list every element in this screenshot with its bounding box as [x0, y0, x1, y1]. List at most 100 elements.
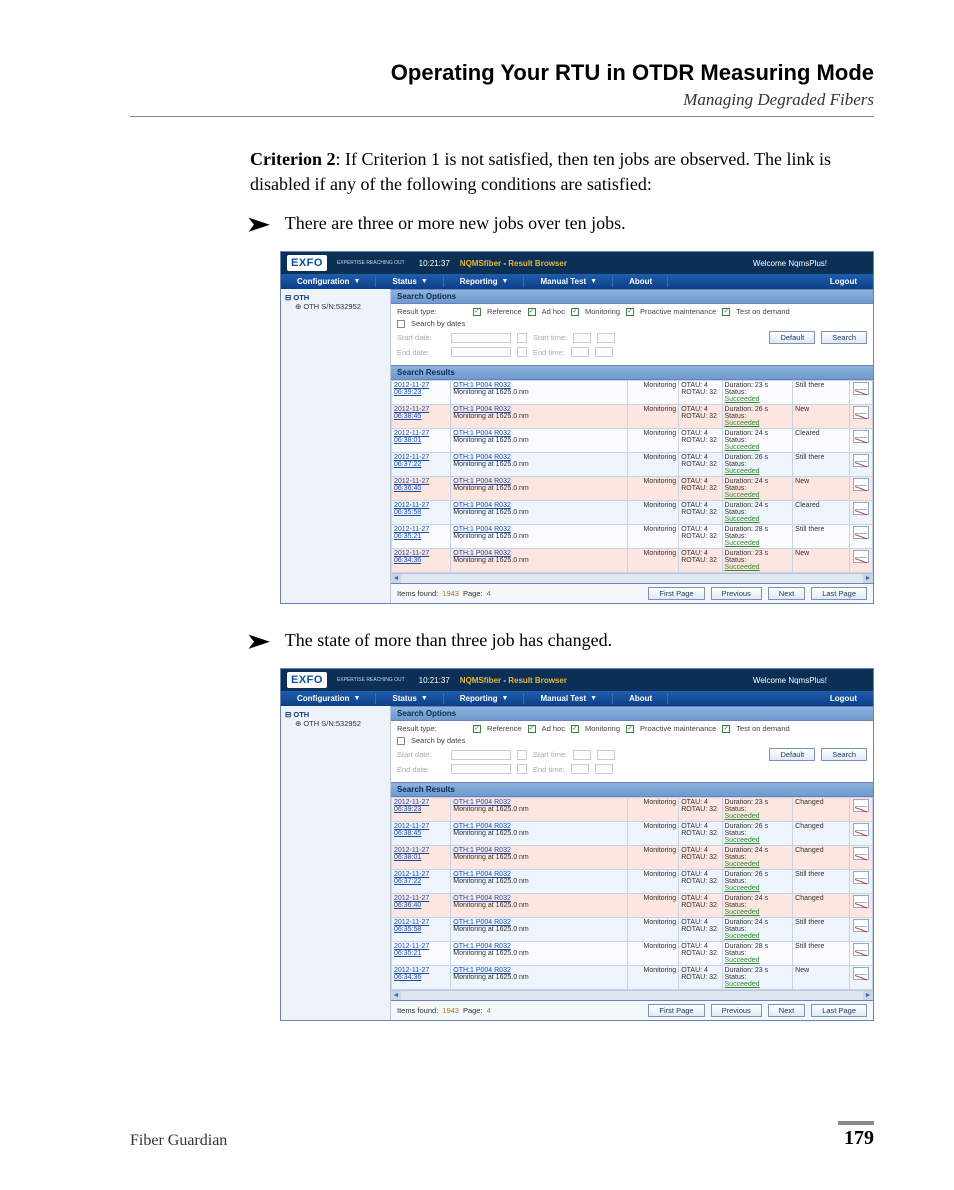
default-button[interactable]: Default: [769, 748, 815, 761]
menu-status[interactable]: Status▼: [376, 691, 443, 706]
footer-product: Fiber Guardian: [130, 1132, 227, 1150]
cell-state: New: [793, 405, 850, 429]
cell-trace-icon[interactable]: [850, 549, 873, 573]
cell-trace-icon[interactable]: [850, 405, 873, 429]
menu-about[interactable]: About: [613, 691, 668, 706]
menu-about[interactable]: About: [613, 274, 668, 289]
menu-reporting[interactable]: Reporting▼: [444, 691, 525, 706]
end-date-input[interactable]: [451, 764, 511, 774]
table-row[interactable]: 2012-11-2706:35:58OTH:1 P004 R032Monitor…: [392, 501, 873, 525]
cell-trace-icon[interactable]: [850, 525, 873, 549]
cell-state: Changed: [793, 894, 850, 918]
first-page-button[interactable]: First Page: [648, 587, 704, 600]
cell-trace-icon[interactable]: [850, 798, 873, 822]
table-row[interactable]: 2012-11-2706:38:45OTH:1 P004 R032Monitor…: [392, 822, 873, 846]
table-row[interactable]: 2012-11-2706:39:23OTH:1 P004 R032Monitor…: [392, 798, 873, 822]
calendar-icon[interactable]: [517, 750, 527, 760]
menu-manual-test[interactable]: Manual Test▼: [524, 691, 613, 706]
tree-root[interactable]: ⊟ OTH: [285, 293, 386, 302]
table-row[interactable]: 2012-11-2706:36:40OTH:1 P004 R032Monitor…: [392, 477, 873, 501]
table-row[interactable]: 2012-11-2706:35:21OTH:1 P004 R032Monitor…: [392, 942, 873, 966]
previous-button[interactable]: Previous: [711, 587, 762, 600]
cell-trace-icon[interactable]: [850, 942, 873, 966]
menu-logout[interactable]: Logout: [814, 274, 873, 289]
cell-trace-icon[interactable]: [850, 894, 873, 918]
cell-trace-icon[interactable]: [850, 822, 873, 846]
table-row[interactable]: 2012-11-2706:37:22OTH:1 P004 R032Monitor…: [392, 870, 873, 894]
check-search-by-dates[interactable]: ✓: [397, 320, 405, 328]
menu-configuration[interactable]: Configuration▼: [281, 274, 376, 289]
check-reference[interactable]: ✓: [473, 725, 481, 733]
menu-logout[interactable]: Logout: [814, 691, 873, 706]
cell-trace-icon[interactable]: [850, 381, 873, 405]
menu-manual-test[interactable]: Manual Test▼: [524, 274, 613, 289]
start-time-m[interactable]: [597, 750, 615, 760]
check-proactive[interactable]: ✓: [626, 725, 634, 733]
cell-trace-icon[interactable]: [850, 918, 873, 942]
cell-trace-icon[interactable]: [850, 477, 873, 501]
table-row[interactable]: 2012-11-2706:36:40OTH:1 P004 R032Monitor…: [392, 894, 873, 918]
check-test-on-demand[interactable]: ✓: [722, 725, 730, 733]
start-time-m[interactable]: [597, 333, 615, 343]
table-row[interactable]: 2012-11-2706:34:36OTH:1 P004 R032Monitor…: [392, 549, 873, 573]
check-monitoring[interactable]: ✓: [571, 725, 579, 733]
check-search-by-dates[interactable]: ✓: [397, 737, 405, 745]
calendar-icon[interactable]: [517, 764, 527, 774]
screenshot-1: EXFO EXPERTISE REACHING OUT 10:21:37 NQM…: [130, 251, 874, 604]
cell-status: Duration: 24 sStatus:Succeeded: [722, 501, 793, 525]
default-button[interactable]: Default: [769, 331, 815, 344]
table-row[interactable]: 2012-11-2706:34:36OTH:1 P004 R032Monitor…: [392, 966, 873, 990]
next-button[interactable]: Next: [768, 1004, 805, 1017]
menu-configuration[interactable]: Configuration▼: [281, 691, 376, 706]
start-time-h[interactable]: [573, 333, 591, 343]
start-date-input[interactable]: [451, 333, 511, 343]
check-proactive[interactable]: ✓: [626, 308, 634, 316]
table-row[interactable]: 2012-11-2706:38:45OTH:1 P004 R032Monitor…: [392, 405, 873, 429]
check-monitoring[interactable]: ✓: [571, 308, 579, 316]
cell-trace-icon[interactable]: [850, 453, 873, 477]
start-time-label: Start time:: [533, 333, 567, 342]
horizontal-scrollbar[interactable]: ◄►: [391, 573, 873, 583]
tree-child[interactable]: ⊕ OTH S/N:532952: [285, 302, 386, 311]
first-page-button[interactable]: First Page: [648, 1004, 704, 1017]
end-time-h[interactable]: [571, 764, 589, 774]
table-row[interactable]: 2012-11-2706:38:01OTH:1 P004 R032Monitor…: [392, 429, 873, 453]
end-date-input[interactable]: [451, 347, 511, 357]
tree-root[interactable]: ⊟ OTH: [285, 710, 386, 719]
search-button[interactable]: Search: [821, 748, 867, 761]
check-test-on-demand[interactable]: ✓: [722, 308, 730, 316]
last-page-button[interactable]: Last Page: [811, 1004, 867, 1017]
cell-datetime: 2012-11-2706:38:01: [392, 846, 451, 870]
table-row[interactable]: 2012-11-2706:35:58OTH:1 P004 R032Monitor…: [392, 918, 873, 942]
last-page-button[interactable]: Last Page: [811, 587, 867, 600]
start-time-h[interactable]: [573, 750, 591, 760]
tree-child[interactable]: ⊕ OTH S/N:532952: [285, 719, 386, 728]
check-adhoc[interactable]: ✓: [528, 725, 536, 733]
table-row[interactable]: 2012-11-2706:35:21OTH:1 P004 R032Monitor…: [392, 525, 873, 549]
cell-status: Duration: 23 sStatus:Succeeded: [722, 381, 793, 405]
table-row[interactable]: 2012-11-2706:38:01OTH:1 P004 R032Monitor…: [392, 846, 873, 870]
cell-trace-icon[interactable]: [850, 846, 873, 870]
check-adhoc[interactable]: ✓: [528, 308, 536, 316]
menu-status[interactable]: Status▼: [376, 274, 443, 289]
next-button[interactable]: Next: [768, 587, 805, 600]
end-time-m[interactable]: [595, 347, 613, 357]
end-time-m[interactable]: [595, 764, 613, 774]
cell-trace-icon[interactable]: [850, 429, 873, 453]
cell-datetime: 2012-11-2706:38:45: [392, 405, 451, 429]
calendar-icon[interactable]: [517, 347, 527, 357]
check-reference[interactable]: ✓: [473, 308, 481, 316]
calendar-icon[interactable]: [517, 333, 527, 343]
previous-button[interactable]: Previous: [711, 1004, 762, 1017]
items-found-label: Items found:: [397, 589, 438, 598]
table-row[interactable]: 2012-11-2706:39:23OTH:1 P004 R032Monitor…: [392, 381, 873, 405]
horizontal-scrollbar[interactable]: ◄►: [391, 990, 873, 1000]
cell-trace-icon[interactable]: [850, 966, 873, 990]
search-button[interactable]: Search: [821, 331, 867, 344]
menu-reporting[interactable]: Reporting▼: [444, 274, 525, 289]
end-time-h[interactable]: [571, 347, 589, 357]
table-row[interactable]: 2012-11-2706:37:22OTH:1 P004 R032Monitor…: [392, 453, 873, 477]
cell-trace-icon[interactable]: [850, 501, 873, 525]
cell-trace-icon[interactable]: [850, 870, 873, 894]
start-date-input[interactable]: [451, 750, 511, 760]
